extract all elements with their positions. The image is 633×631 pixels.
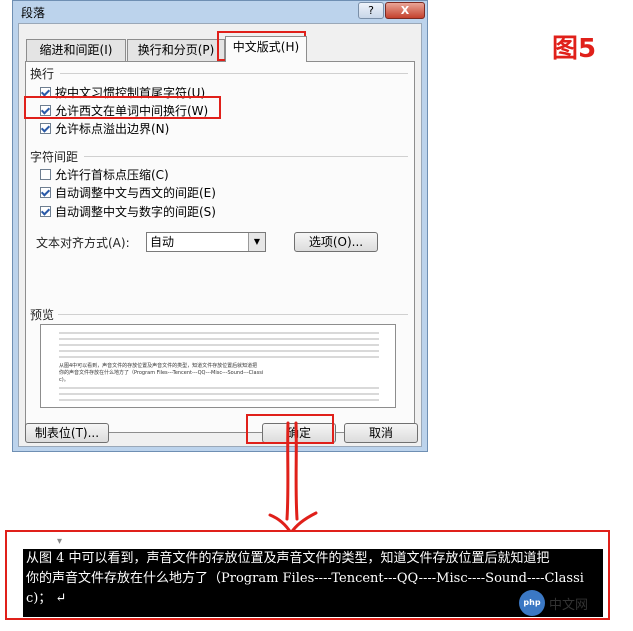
option-compress-punctuation[interactable]: 允许行首标点压缩(C) — [40, 166, 169, 182]
preview-placeholder-line — [59, 387, 379, 389]
option-hanging-punctuation[interactable]: 允许标点溢出边界(N) — [40, 120, 169, 136]
option-space-asian-latin[interactable]: 自动调整中文与西文的间距(E) — [40, 184, 216, 200]
checkbox-icon[interactable] — [40, 168, 51, 180]
preview-pane: 从图4中可以看到，声音文件的存放位置及声音文件的类型，知道文件存放位置后就知道把… — [40, 324, 396, 408]
text-alignment-value: 自动 — [150, 235, 175, 249]
help-button[interactable]: ? — [358, 2, 384, 19]
options-button[interactable]: 选项(O)... — [294, 232, 378, 252]
highlight-latin-wrap-option — [24, 96, 221, 119]
preview-heading: 预览 — [30, 308, 55, 322]
preview-placeholder-line — [59, 350, 379, 352]
site-watermark: php 中文网 — [519, 590, 588, 616]
figure-label: 图5 — [552, 34, 597, 64]
dropdown-arrow-icon[interactable]: ▼ — [248, 233, 265, 251]
char-spacing-divider — [84, 156, 408, 157]
checkbox-icon[interactable] — [40, 205, 51, 217]
tabs-button[interactable]: 制表位(T)... — [25, 423, 109, 443]
document-line-text: c)； — [26, 591, 52, 606]
watermark-text: 中文网 — [549, 596, 589, 612]
php-logo-icon: php — [519, 590, 545, 616]
paragraph-mark-icon: ▾ — [57, 536, 63, 547]
preview-placeholder-line — [59, 393, 379, 395]
text-alignment-label: 文本对齐方式(A): — [36, 236, 130, 250]
preview-placeholder-line — [59, 399, 379, 401]
pilcrow-icon: ↵ — [55, 591, 67, 606]
paragraph-dialog: 段落 ? X 缩进和间距(I) 换行和分页(P) 中文版式(H) 换行 按中文习… — [12, 0, 428, 452]
option-label: 自动调整中文与西文的间距(E) — [55, 185, 216, 200]
char-spacing-heading: 字符间距 — [30, 150, 79, 164]
dialog-titlebar: 段落 ? X — [13, 1, 427, 23]
preview-divider — [58, 314, 408, 315]
close-button[interactable]: X — [385, 2, 425, 19]
tab-indents-spacing[interactable]: 缩进和间距(I) — [26, 39, 126, 61]
tab-asian-typography[interactable]: 中文版式(H) — [225, 36, 307, 62]
line-break-heading: 换行 — [30, 67, 55, 81]
dialog-title: 段落 — [21, 6, 46, 20]
cancel-button[interactable]: 取消 — [344, 423, 418, 443]
tab-line-page-breaks[interactable]: 换行和分页(P) — [127, 39, 225, 61]
text-alignment-select[interactable]: 自动 ▼ — [146, 232, 266, 252]
preview-sample-line: c)。 — [59, 377, 69, 383]
document-line: 从图 4 中可以看到，声音文件的存放位置及声音文件的类型，知道文件存放位置后就知… — [26, 551, 550, 566]
preview-placeholder-line — [59, 338, 379, 340]
preview-placeholder-line — [59, 332, 379, 334]
line-break-divider — [60, 73, 408, 74]
option-label: 允许行首标点压缩(C) — [55, 167, 169, 182]
option-label: 自动调整中文与数字的间距(S) — [55, 204, 216, 219]
document-line-last: c)； ↵ — [26, 589, 66, 609]
preview-placeholder-line — [59, 356, 379, 358]
option-space-asian-numbers[interactable]: 自动调整中文与数字的间距(S) — [40, 203, 216, 219]
preview-sample-line: 从图4中可以看到，声音文件的存放位置及声音文件的类型，知道文件存放位置后就知道把 — [59, 363, 258, 369]
checkbox-icon[interactable] — [40, 122, 51, 134]
preview-sample-line: 你的声音文件存放在什么地方了（Program Files---Tencent--… — [59, 370, 264, 376]
option-label: 允许标点溢出边界(N) — [55, 121, 170, 136]
document-line: 你的声音文件存放在什么地方了（Program Files----Tencent-… — [26, 571, 584, 586]
preview-placeholder-line — [59, 344, 379, 346]
dialog-client-area: 缩进和间距(I) 换行和分页(P) 中文版式(H) 换行 按中文习惯控制首尾字符… — [18, 23, 422, 447]
down-arrow-icon — [268, 421, 318, 535]
selected-text-block[interactable]: 从图 4 中可以看到，声音文件的存放位置及声音文件的类型，知道文件存放位置后就知… — [23, 549, 603, 617]
checkbox-icon[interactable] — [40, 186, 51, 198]
